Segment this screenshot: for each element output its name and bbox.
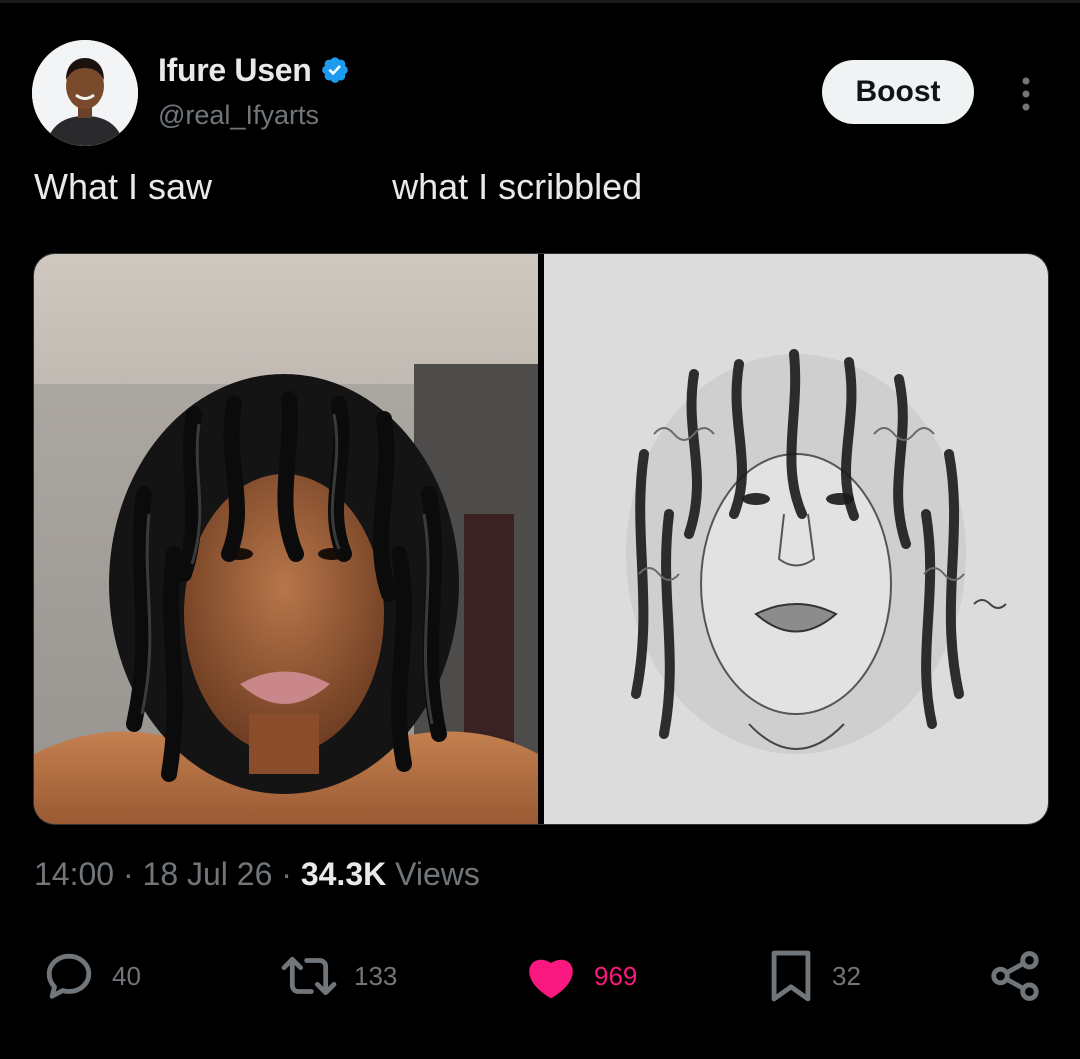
tweet-date[interactable]: 18 Jul 26 [143,856,273,892]
heart-icon [529,959,573,999]
tweet-text: What I saw what I scribbled [34,166,643,207]
like-count: 969 [594,960,638,991]
media-photo-right[interactable] [544,254,1048,824]
boost-button[interactable]: Boost [822,60,974,124]
views-label: Views [395,856,480,892]
retweet-icon [281,956,337,996]
author-handle[interactable]: @real_Ifyarts [158,100,319,131]
meta-separator: · [122,856,134,892]
reply-icon [46,953,92,999]
tweet-meta: 14:00 · 18 Jul 26 · 34.3K Views [34,856,480,893]
action-bar: 40 133 969 32 [0,940,1080,1012]
reply-count: 40 [112,960,141,991]
pencil-sketch-portrait [544,254,1048,824]
tweet-time[interactable]: 14:00 [34,856,114,892]
media-photo-left[interactable] [34,254,538,824]
author-display-name[interactable]: Ifure Usen [158,52,312,89]
photo-of-woman-with-twists [34,254,538,824]
reply-button[interactable]: 40 [40,940,141,1012]
retweet-button[interactable]: 133 [278,940,397,1012]
bookmark-count: 32 [832,960,861,991]
user-avatar-icon [32,40,138,146]
share-icon [991,951,1039,1001]
bookmark-button[interactable]: 32 [764,940,861,1012]
meta-separator: · [281,856,292,892]
verified-badge-icon [321,57,348,83]
more-vertical-icon[interactable] [1012,74,1040,114]
author-name-row: Ifure Usen [158,48,350,92]
share-button[interactable] [986,940,1044,1012]
avatar[interactable] [32,40,138,146]
retweet-count: 133 [354,960,398,991]
media-gallery[interactable] [33,253,1049,825]
like-button[interactable]: 969 [522,940,637,1012]
top-divider [0,0,1080,3]
views-count: 34.3K [300,856,387,892]
bookmark-icon [771,950,811,1002]
